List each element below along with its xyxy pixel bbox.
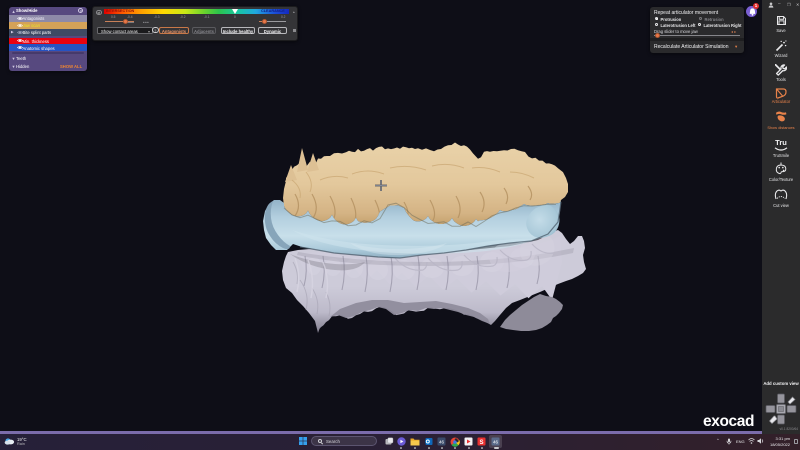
svg-text:S: S — [479, 440, 483, 446]
svg-text:46: 46 — [439, 439, 445, 444]
svg-text:46: 46 — [493, 439, 499, 444]
